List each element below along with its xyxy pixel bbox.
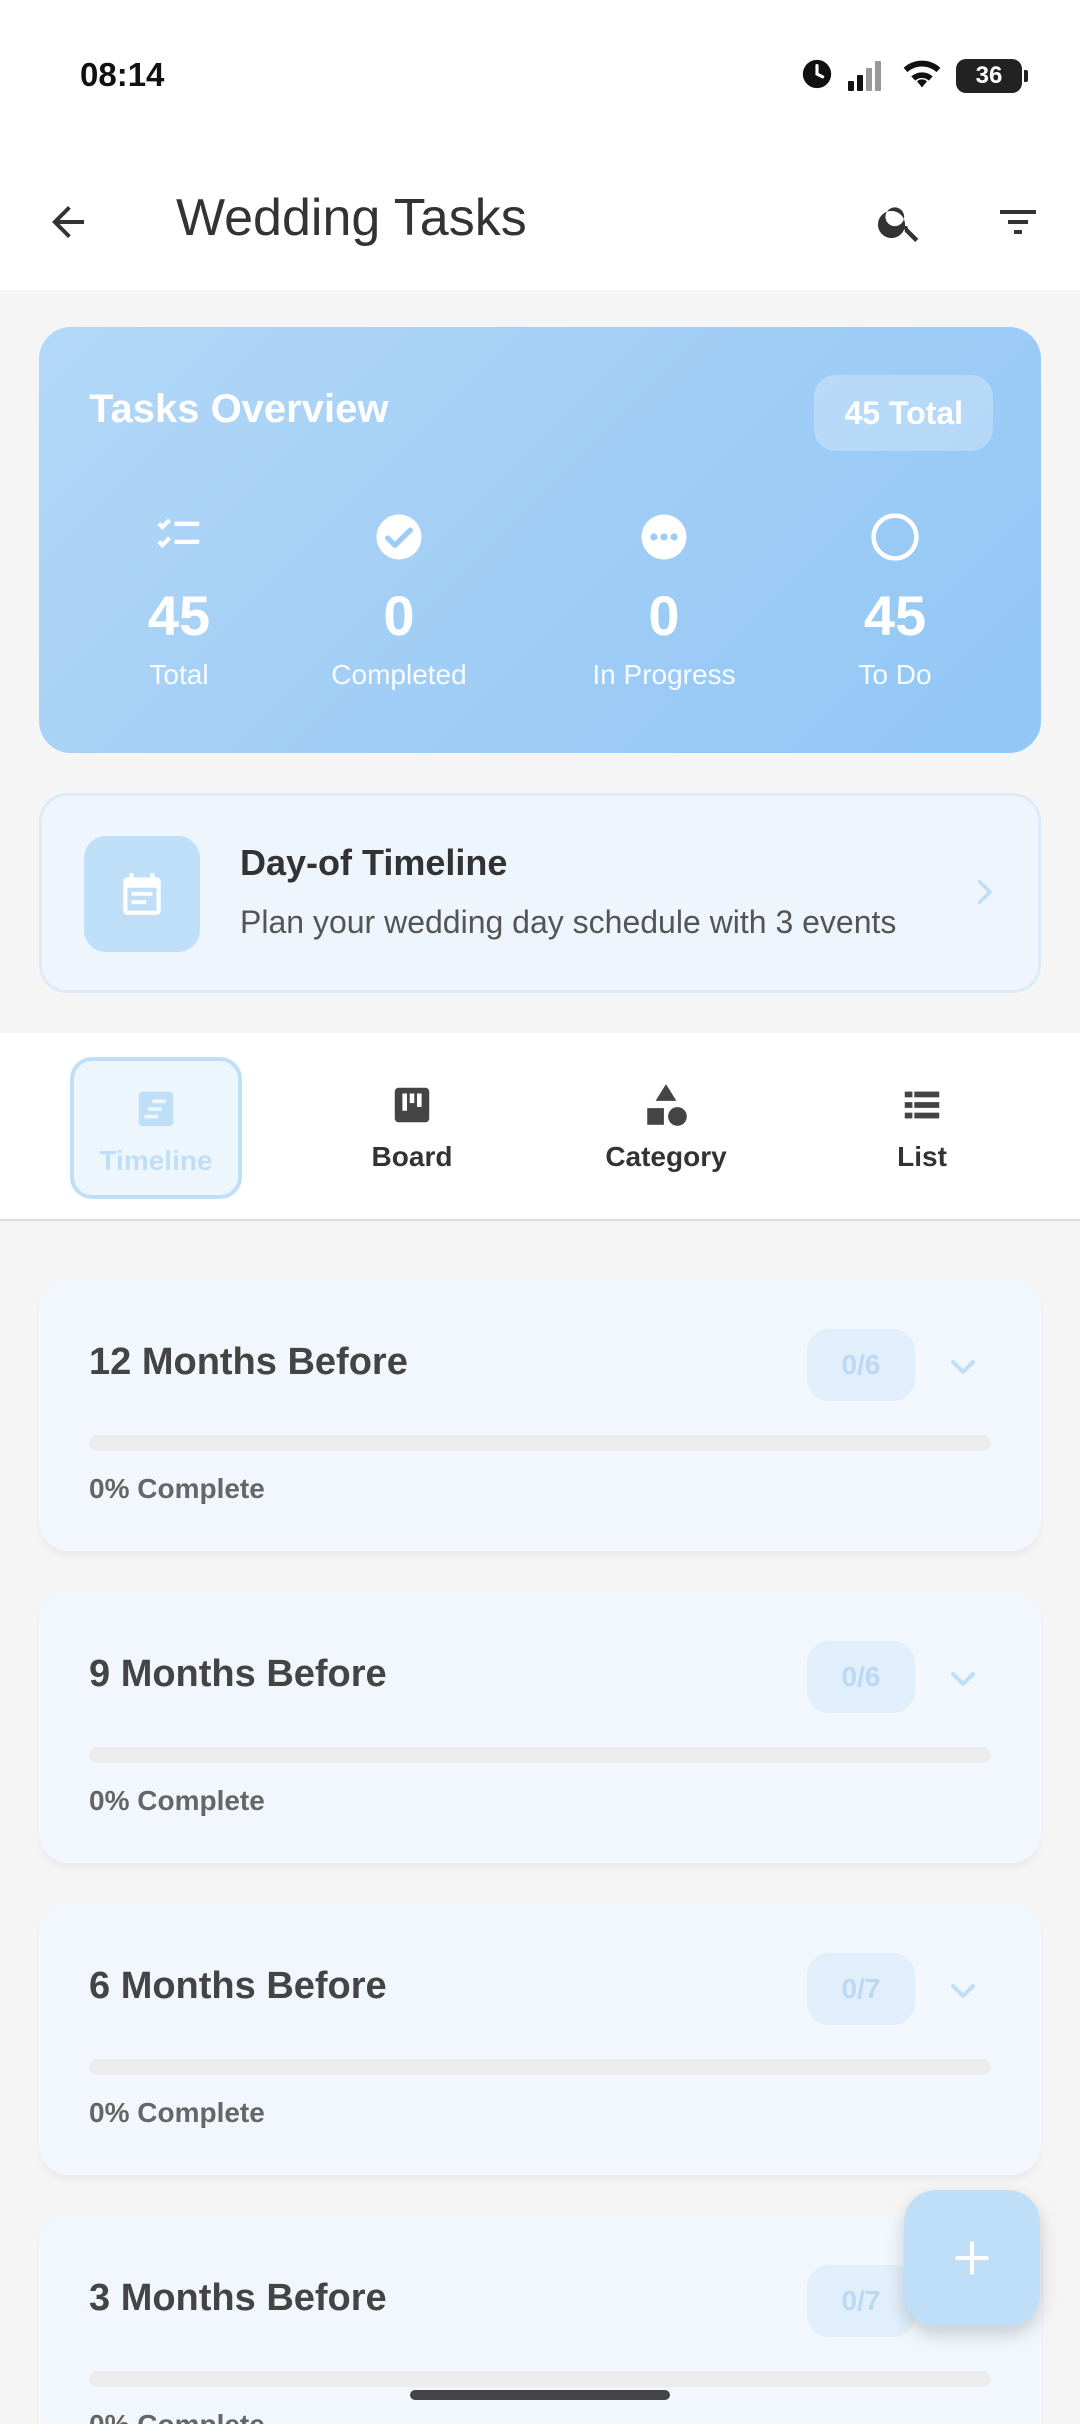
calendar-icon <box>84 836 200 952</box>
progress-bar <box>89 2059 991 2075</box>
plus-icon <box>955 2241 989 2275</box>
chevron-down-icon[interactable] <box>943 1659 983 1704</box>
alarm-icon <box>800 57 834 96</box>
search-button[interactable] <box>868 190 932 254</box>
phase-title: 6 Months Before <box>89 1965 387 2007</box>
timeline-card-subtitle: Plan your wedding day schedule with 3 ev… <box>240 904 897 940</box>
cellular-signal-icon <box>848 57 888 96</box>
phase-card[interactable]: 12 Months Before 0/6 0% Complete <box>39 1277 1041 1551</box>
task-count-badge: 0/7 <box>807 2265 915 2337</box>
day-of-timeline-card[interactable]: Day-of Timeline Plan your wedding day sc… <box>39 793 1041 993</box>
app-screen: 08:14 36 Wedding Tasks Tasks Overview 45… <box>0 0 1080 2424</box>
phase-title: 3 Months Before <box>89 2277 387 2319</box>
task-count-badge: 0/7 <box>807 1953 915 2025</box>
phase-title: 9 Months Before <box>89 1653 387 1695</box>
chevron-down-icon[interactable] <box>943 1971 983 2016</box>
stat-in-progress: 0 In Progress <box>554 507 774 691</box>
tab-timeline[interactable]: Timeline <box>70 1057 242 1199</box>
chevron-down-icon[interactable] <box>943 1347 983 1392</box>
tab-label: Category <box>605 1141 727 1172</box>
filter-button[interactable] <box>986 190 1050 254</box>
tab-board[interactable]: Board <box>326 1057 498 1199</box>
phase-card[interactable]: 6 Months Before 0/7 0% Complete <box>39 1901 1041 2175</box>
stat-value: 0 <box>648 584 680 647</box>
stat-label: To Do <box>858 659 932 690</box>
checklist-icon <box>69 507 289 567</box>
progress-label: 0% Complete <box>89 2097 265 2128</box>
progress-bar <box>89 1435 991 1451</box>
chevron-right-icon <box>966 872 1002 917</box>
tab-category[interactable]: Category <box>580 1057 752 1199</box>
status-icons: 36 <box>800 56 1028 96</box>
back-button[interactable] <box>36 190 100 254</box>
wifi-icon <box>902 57 942 96</box>
stat-to-do: 45 To Do <box>785 507 1005 691</box>
phase-title: 12 Months Before <box>89 1341 408 1383</box>
add-task-button[interactable] <box>904 2190 1040 2326</box>
overview-title: Tasks Overview <box>89 387 389 431</box>
view-tabs: Timeline Board Category List <box>0 1033 1080 1221</box>
stat-total: 45 Total <box>69 507 289 691</box>
tab-list[interactable]: List <box>836 1057 1008 1199</box>
tab-label: Board <box>371 1141 453 1172</box>
tab-label: Timeline <box>99 1145 213 1176</box>
stat-label: In Progress <box>592 659 736 690</box>
task-count-badge: 0/6 <box>807 1641 915 1713</box>
check-circle-icon <box>289 507 509 567</box>
timeline-icon <box>74 1079 238 1139</box>
page-title: Wedding Tasks <box>176 189 527 247</box>
timeline-card-title: Day-of Timeline <box>240 842 508 883</box>
tab-label: List <box>897 1141 947 1172</box>
stat-label: Completed <box>331 659 467 690</box>
status-time: 08:14 <box>80 56 165 93</box>
stat-completed: 0 Completed <box>289 507 509 691</box>
status-bar: 08:14 36 <box>0 0 1080 150</box>
task-count-badge: 0/6 <box>807 1329 915 1401</box>
category-icon <box>580 1075 752 1135</box>
stat-value: 0 <box>383 584 415 647</box>
phase-card[interactable]: 9 Months Before 0/6 0% Complete <box>39 1589 1041 1863</box>
filter-icon <box>1000 210 1036 234</box>
tasks-overview-card: Tasks Overview 45 Total 45 Total 0 Compl… <box>39 327 1041 753</box>
progress-label: 0% Complete <box>89 1473 265 1504</box>
stat-label: Total <box>149 659 209 690</box>
progress-bar <box>89 2371 991 2387</box>
progress-bar <box>89 1747 991 1763</box>
app-bar: Wedding Tasks <box>0 150 1080 290</box>
list-icon <box>836 1075 1008 1135</box>
more-circle-icon <box>554 507 774 567</box>
search-icon <box>877 207 919 242</box>
progress-label: 0% Complete <box>89 1785 265 1816</box>
total-badge: 45 Total <box>814 375 993 451</box>
stat-value: 45 <box>863 584 927 647</box>
stat-value: 45 <box>147 584 211 647</box>
home-indicator[interactable] <box>410 2390 670 2400</box>
battery-icon: 36 <box>956 59 1028 93</box>
board-icon <box>326 1075 498 1135</box>
empty-circle-icon <box>785 507 1005 567</box>
progress-label: 0% Complete <box>89 2409 265 2424</box>
arrow-left-icon <box>52 206 84 238</box>
